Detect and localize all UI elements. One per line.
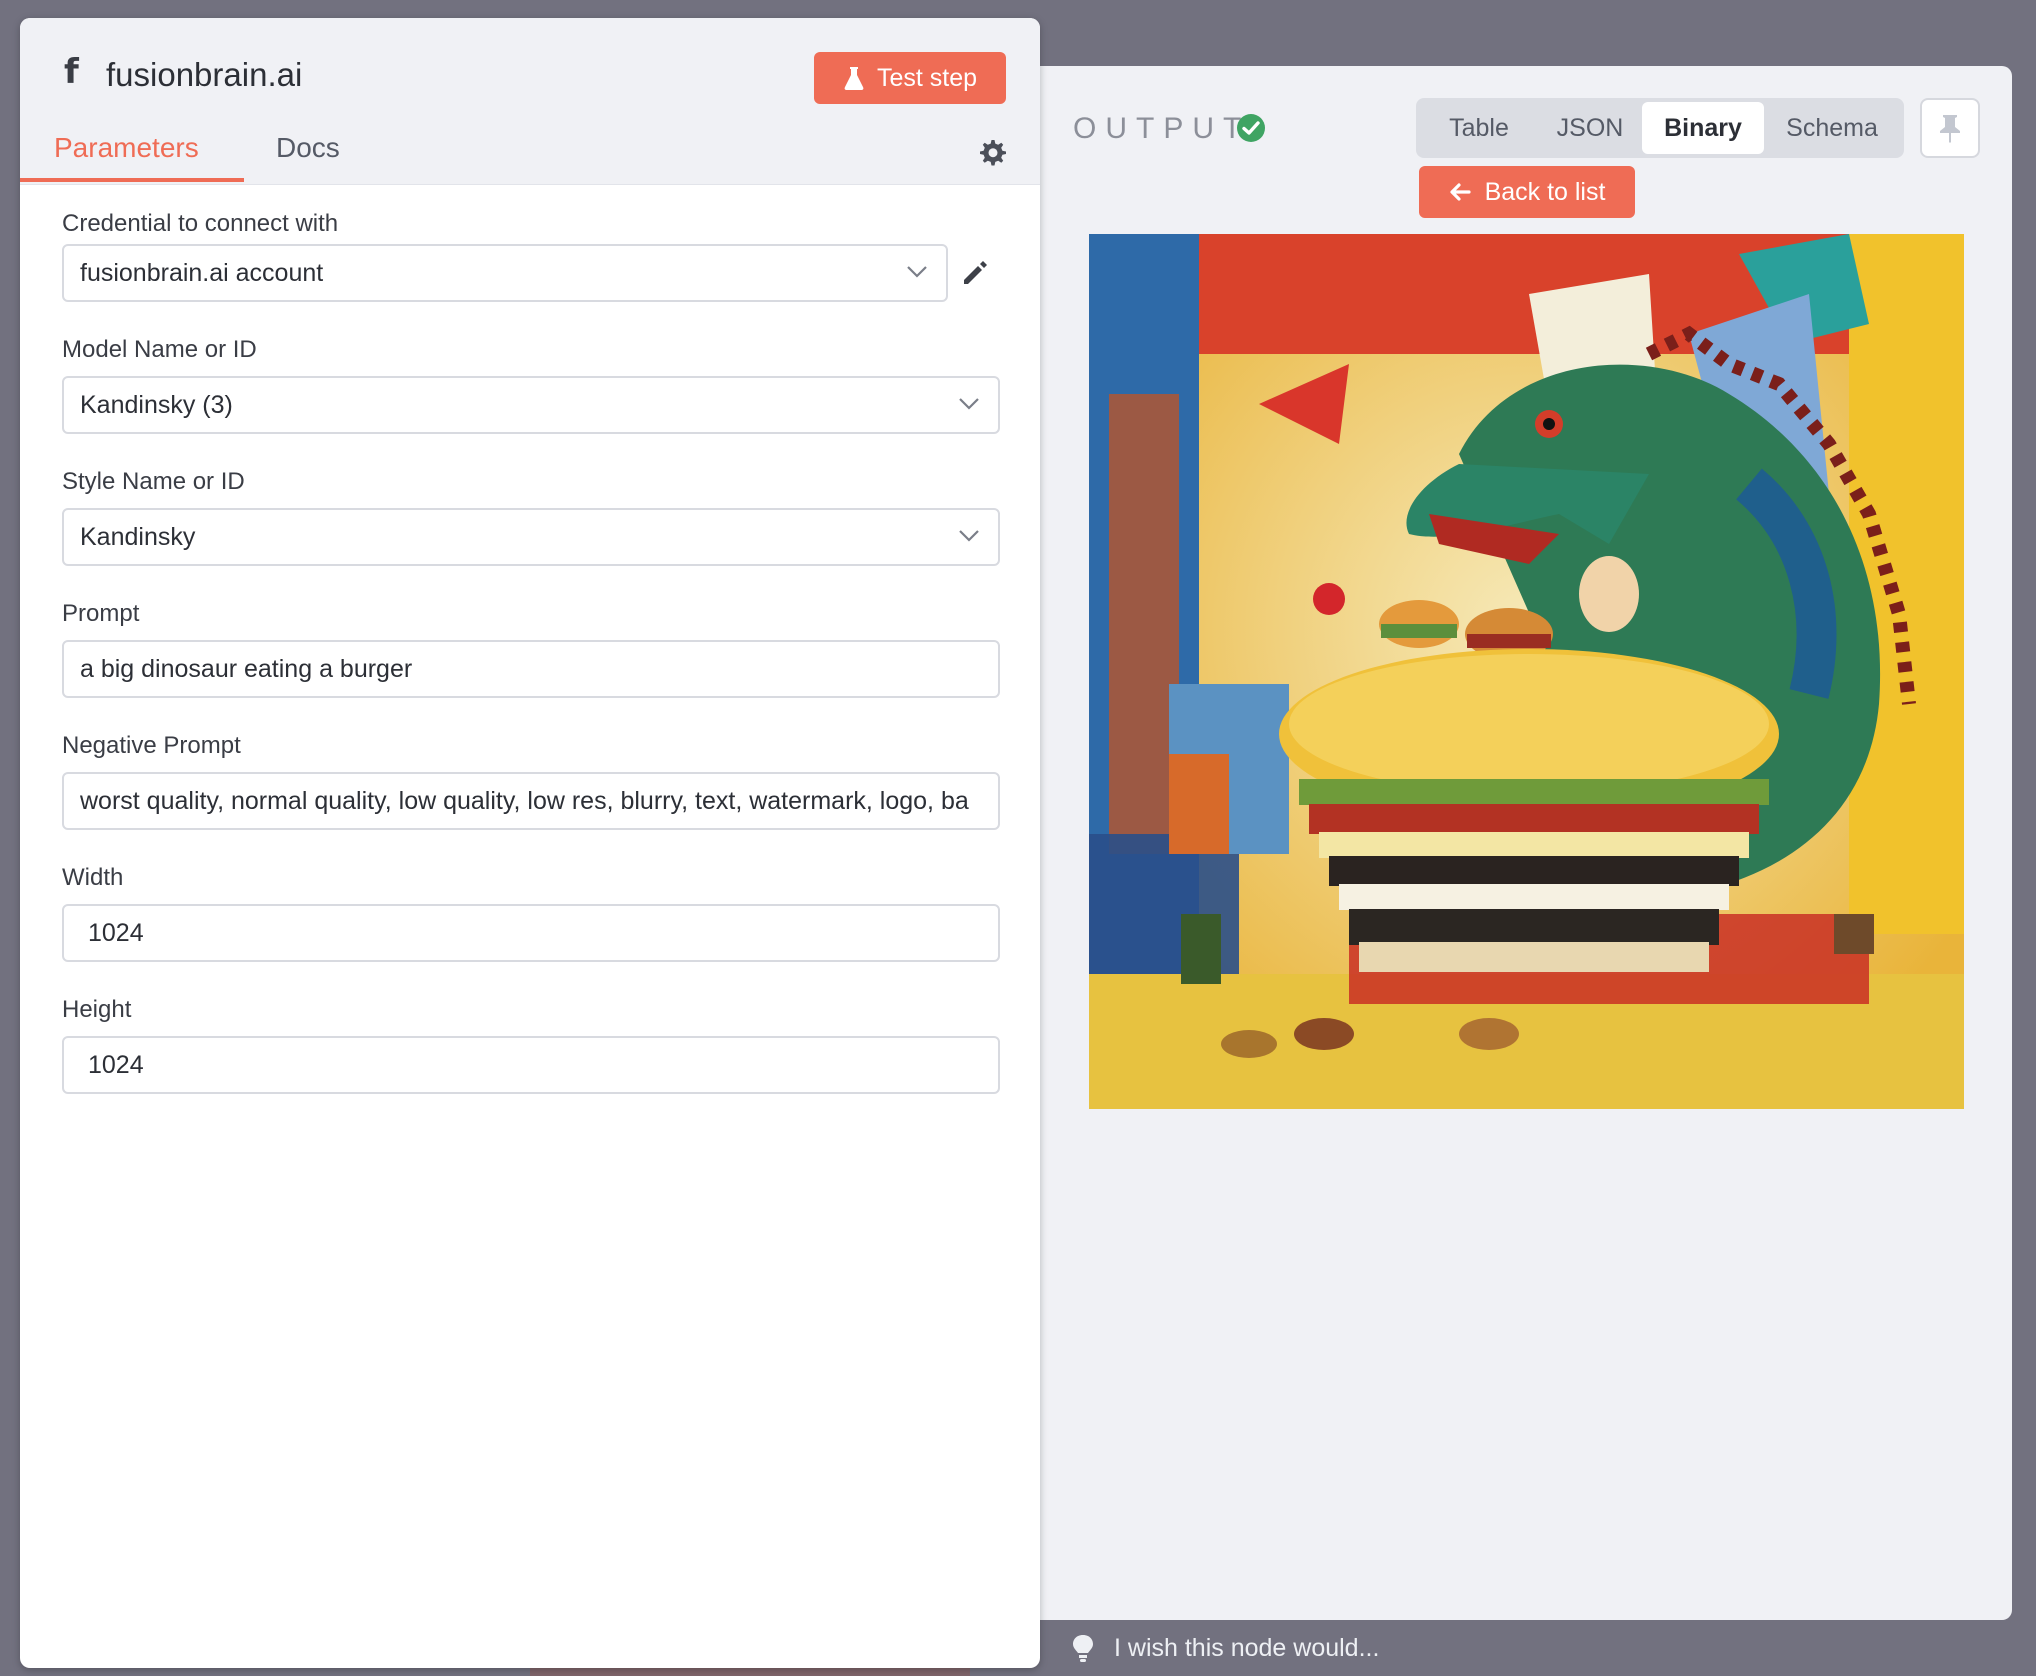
- style-value: Kandinsky: [80, 522, 196, 551]
- height-value: 1024: [88, 1050, 144, 1079]
- height-input[interactable]: 1024: [62, 1036, 1000, 1094]
- width-label: Width: [62, 864, 124, 891]
- output-label: OUTPUT: [1073, 112, 1251, 145]
- prompt-input[interactable]: a big dinosaur eating a burger: [62, 640, 1000, 698]
- pin-icon: [1940, 115, 1960, 143]
- back-to-list-button[interactable]: Back to list: [1419, 166, 1635, 218]
- chevron-down-icon: [907, 266, 927, 278]
- flask-icon: [844, 67, 864, 90]
- prompt-label: Prompt: [62, 600, 140, 627]
- output-image: [1089, 234, 1964, 1109]
- credential-label: Credential to connect with: [62, 210, 339, 237]
- test-step-button[interactable]: Test step: [814, 52, 1006, 104]
- success-check-icon: [1237, 114, 1265, 142]
- style-select[interactable]: Kandinsky: [62, 508, 1000, 566]
- model-label: Model Name or ID: [62, 336, 257, 363]
- height-label: Height: [62, 996, 132, 1023]
- chevron-down-icon: [959, 530, 979, 542]
- tab-docs[interactable]: Docs: [276, 132, 340, 184]
- model-select[interactable]: Kandinsky (3): [62, 376, 1000, 434]
- pin-data-button[interactable]: [1920, 98, 1980, 158]
- prompt-value: a big dinosaur eating a burger: [80, 654, 413, 683]
- test-step-label: Test step: [876, 63, 978, 92]
- negative-prompt-value: worst quality, normal quality, low quali…: [80, 786, 969, 815]
- negative-prompt-label: Negative Prompt: [62, 732, 241, 759]
- tab-json[interactable]: JSON: [1538, 102, 1642, 154]
- feedback-bar[interactable]: I wish this node would...: [1040, 1620, 2036, 1676]
- output-view-tabs: Table JSON Binary Schema: [1416, 98, 1904, 158]
- feedback-placeholder: I wish this node would...: [1114, 1633, 1380, 1662]
- node-icon: f: [64, 52, 79, 92]
- parameters-panel: f fusionbrain.ai Test step Parameters Do…: [20, 18, 1040, 1668]
- style-label: Style Name or ID: [62, 468, 245, 495]
- negative-prompt-input[interactable]: worst quality, normal quality, low quali…: [62, 772, 1000, 830]
- tab-schema[interactable]: Schema: [1764, 102, 1900, 154]
- tab-binary[interactable]: Binary: [1642, 102, 1764, 154]
- chevron-down-icon: [959, 398, 979, 410]
- back-to-list-label: Back to list: [1484, 177, 1606, 206]
- tab-parameters[interactable]: Parameters: [54, 132, 199, 184]
- model-value: Kandinsky (3): [80, 390, 233, 419]
- lightbulb-icon: [1073, 1635, 1093, 1662]
- credential-select[interactable]: fusionbrain.ai account: [62, 244, 948, 302]
- node-title[interactable]: fusionbrain.ai: [106, 56, 302, 94]
- width-input[interactable]: 1024: [62, 904, 1000, 962]
- width-value: 1024: [88, 918, 144, 947]
- tab-table[interactable]: Table: [1420, 102, 1538, 154]
- pencil-icon[interactable]: [960, 258, 990, 288]
- credential-value: fusionbrain.ai account: [80, 258, 324, 287]
- arrow-left-icon: [1449, 183, 1471, 201]
- gear-icon[interactable]: [976, 136, 1008, 168]
- tab-active-underline: [20, 178, 244, 182]
